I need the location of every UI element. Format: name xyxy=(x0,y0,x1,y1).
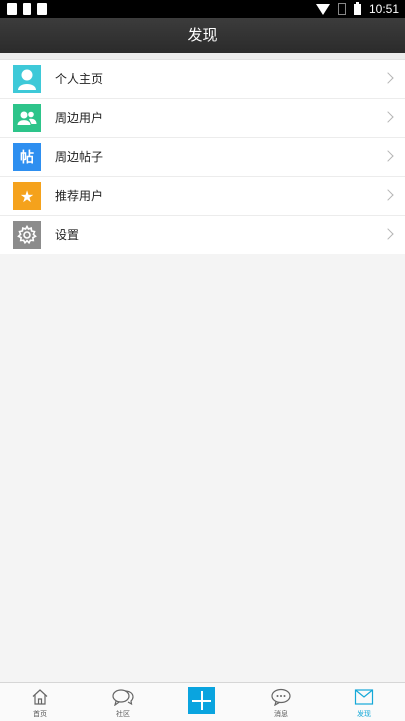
nearby-posts-icon: 帖 xyxy=(13,143,41,171)
chevron-right-icon xyxy=(382,111,394,123)
menu-item-label: 周边用户 xyxy=(55,111,104,125)
message-icon xyxy=(271,688,291,710)
menu-item-nearby-users[interactable]: 周边用户 xyxy=(0,99,405,138)
menu-item-label: 周边帖子 xyxy=(55,150,104,164)
nav-label: 首页 xyxy=(33,710,47,718)
menu-item-profile[interactable]: 个人主页 xyxy=(0,60,405,99)
notification-icon xyxy=(23,3,31,15)
add-post-button[interactable] xyxy=(188,687,215,714)
chevron-right-icon xyxy=(382,150,394,162)
star-icon: ★ xyxy=(13,182,41,210)
nav-item-messages[interactable]: 消息 xyxy=(251,683,311,721)
nav-label: 消息 xyxy=(274,710,288,718)
menu-item-settings[interactable]: 设置 xyxy=(0,216,405,254)
nearby-users-icon xyxy=(13,104,41,132)
nav-label: 发现 xyxy=(357,710,371,718)
clock: 10:51 xyxy=(368,2,399,16)
community-icon xyxy=(112,688,134,710)
page-title: 发现 xyxy=(0,18,405,53)
no-sim-icon xyxy=(337,3,346,15)
nav-label: 社区 xyxy=(116,710,130,718)
chevron-right-icon xyxy=(382,72,394,84)
chevron-right-icon xyxy=(382,189,394,201)
battery-icon xyxy=(353,1,361,15)
gear-icon xyxy=(13,221,41,249)
status-notification-icons xyxy=(7,3,47,15)
nav-item-home[interactable]: 首页 xyxy=(10,683,70,721)
nav-item-community[interactable]: 社区 xyxy=(93,683,153,721)
menu-item-nearby-posts[interactable]: 帖 周边帖子 xyxy=(0,138,405,177)
notification-icon xyxy=(37,3,47,15)
menu-item-label: 个人主页 xyxy=(55,72,104,86)
home-icon xyxy=(31,688,49,710)
notification-icon xyxy=(7,3,17,15)
discover-icon xyxy=(354,688,374,710)
menu-item-recommended-users[interactable]: ★ 推荐用户 xyxy=(0,177,405,216)
nav-item-discover[interactable]: 发现 xyxy=(334,683,394,721)
menu-item-label: 设置 xyxy=(55,228,80,242)
chevron-right-icon xyxy=(382,228,394,240)
bottom-nav: 首页 社区 消息 发现 xyxy=(0,682,405,721)
status-bar: 10:51 xyxy=(0,0,405,18)
menu-item-label: 推荐用户 xyxy=(55,189,104,203)
user-profile-icon xyxy=(13,65,41,93)
wifi-icon xyxy=(315,3,330,15)
discover-menu: 个人主页 周边用户 帖 周边帖子 ★ 推荐用户 设置 xyxy=(0,59,405,254)
